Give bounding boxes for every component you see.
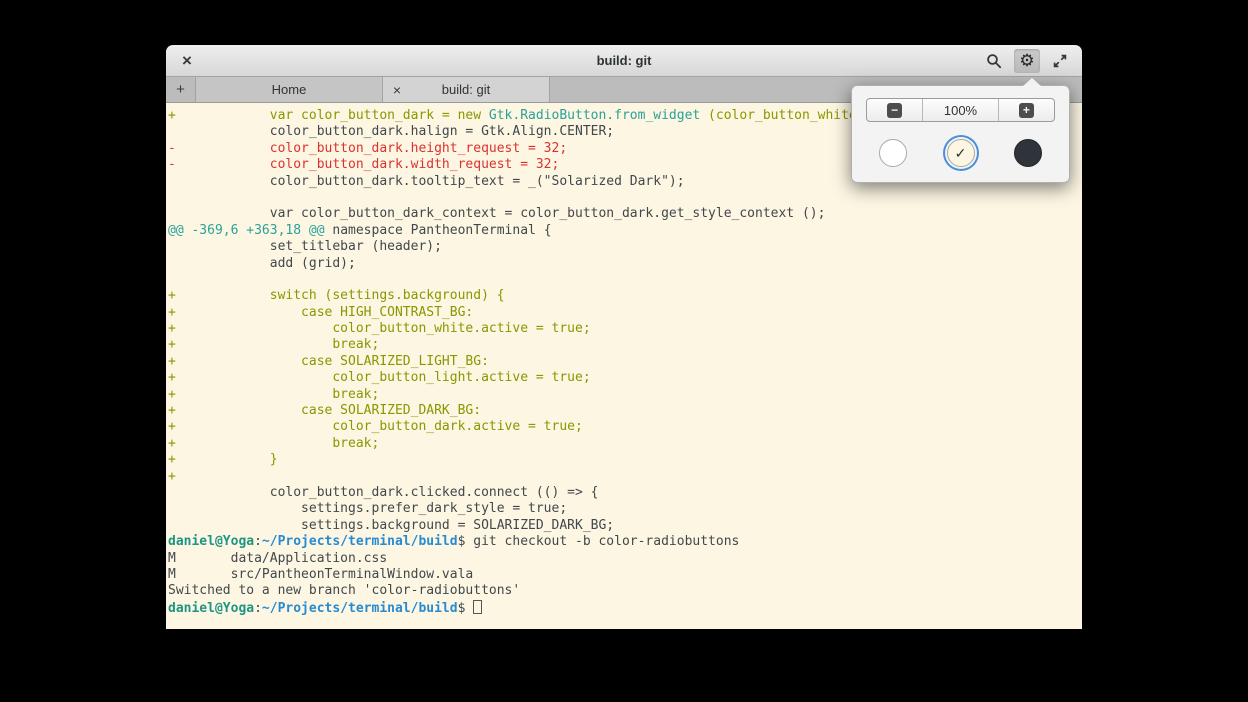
tab-build-git[interactable]: × build: git: [383, 77, 550, 102]
new-tab-button[interactable]: +: [166, 77, 196, 102]
terminal-line: Switched to a new branch 'color-radiobut…: [168, 583, 1080, 599]
theme-solarized-light-button[interactable]: ✓: [947, 139, 975, 167]
zoom-controls: − 100% +: [866, 98, 1055, 122]
terminal-line: color_button_dark.clicked.connect (() =>…: [168, 485, 1080, 501]
terminal-line: + color_button_light.active = true;: [168, 370, 1080, 386]
terminal-line: + case SOLARIZED_DARK_BG:: [168, 403, 1080, 419]
zoom-in-button[interactable]: +: [999, 99, 1054, 121]
tab-home[interactable]: Home: [196, 77, 383, 102]
terminal-line: settings.background = SOLARIZED_DARK_BG;: [168, 518, 1080, 534]
tab-label: Home: [272, 82, 307, 97]
headerbar-actions: ⚙: [981, 49, 1073, 73]
terminal-line: add (grid);: [168, 256, 1080, 272]
terminal-line: + case HIGH_CONTRAST_BG:: [168, 305, 1080, 321]
tab-close-button[interactable]: ×: [388, 77, 406, 102]
terminal-line: settings.prefer_dark_style = true;: [168, 501, 1080, 517]
zoom-level-button[interactable]: 100%: [923, 99, 999, 121]
gear-icon: ⚙: [1019, 52, 1034, 69]
theme-solarized-dark-button[interactable]: [1014, 139, 1042, 167]
popover-arrow: [1023, 78, 1041, 86]
terminal-line: + color_button_white.active = true;: [168, 321, 1080, 337]
terminal-line: + color_button_dark.active = true;: [168, 419, 1080, 435]
terminal-line: daniel@Yoga:~/Projects/terminal/build$: [168, 600, 1080, 616]
zoom-in-icon: +: [1019, 103, 1034, 118]
terminal-line: + break;: [168, 436, 1080, 452]
terminal-cursor: [473, 600, 482, 614]
terminal-line: daniel@Yoga:~/Projects/terminal/build$ g…: [168, 534, 1080, 550]
zoom-out-button[interactable]: −: [867, 99, 923, 121]
tab-label: build: git: [442, 82, 490, 97]
expand-icon: [1052, 53, 1068, 69]
search-button[interactable]: [981, 49, 1007, 73]
zoom-out-icon: −: [887, 103, 902, 118]
terminal-line: @@ -369,6 +363,18 @@ namespace PantheonT…: [168, 223, 1080, 239]
check-icon: ✓: [955, 145, 967, 162]
terminal-line: + case SOLARIZED_LIGHT_BG:: [168, 354, 1080, 370]
terminal-line: [168, 190, 1080, 206]
window-title: build: git: [166, 53, 1082, 68]
terminal-line: + switch (settings.background) {: [168, 288, 1080, 304]
terminal-line: +: [168, 469, 1080, 485]
terminal-line: + }: [168, 452, 1080, 468]
terminal-line: var color_button_dark_context = color_bu…: [168, 206, 1080, 222]
terminal-line: + break;: [168, 337, 1080, 353]
terminal-line: [168, 272, 1080, 288]
headerbar: × build: git ⚙: [166, 45, 1082, 77]
settings-button[interactable]: ⚙: [1014, 49, 1040, 73]
terminal-line: set_titlebar (header);: [168, 239, 1080, 255]
terminal-line: M src/PantheonTerminalWindow.vala: [168, 567, 1080, 583]
search-icon: [986, 53, 1002, 69]
theme-switcher: ✓: [866, 139, 1055, 167]
terminal-line: M data/Application.css: [168, 551, 1080, 567]
theme-high-contrast-button[interactable]: [879, 139, 907, 167]
fullscreen-button[interactable]: [1047, 49, 1073, 73]
window-close-button[interactable]: ×: [176, 50, 198, 72]
terminal-line: + break;: [168, 387, 1080, 403]
settings-popover: − 100% + ✓: [851, 85, 1070, 183]
